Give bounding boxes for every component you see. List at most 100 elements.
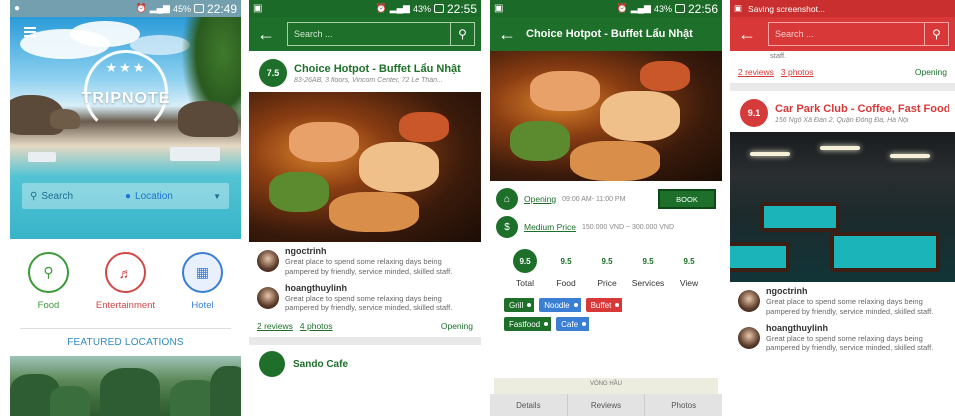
map-preview[interactable]: VÒNG HẦU (494, 378, 718, 394)
avatar (738, 326, 760, 349)
search-bar: ⚲ Search ● Location ▼ (22, 183, 229, 209)
store-icon: ⌂ (496, 188, 518, 210)
photos-link[interactable]: 3 photos (781, 67, 814, 77)
opening-link[interactable]: Opening (524, 194, 556, 204)
place-header[interactable]: 7.5 Choice Hotpot - Buffet Lẩu Nhật 83-2… (249, 51, 481, 92)
place-photo[interactable] (730, 132, 955, 282)
search-icon: ⚲ (30, 190, 38, 202)
battery-icon (193, 4, 204, 13)
place-name[interactable]: Choice Hotpot - Buffet Lẩu Nhật (294, 63, 461, 75)
chevron-down-icon[interactable]: ▼ (213, 192, 221, 201)
search-input[interactable]: ⚲ Search (30, 191, 125, 202)
fork-knife-icon: ⚲ (28, 252, 69, 293)
signal-icon: ▂▄▆ (389, 3, 410, 13)
review-item: hoangthuylinh Great place to spend some … (249, 279, 481, 316)
reviews-link[interactable]: 2 reviews (257, 321, 293, 331)
place-meta: 2 reviews 3 photos Opening (730, 61, 955, 83)
screenshot-icon: ▣ (494, 3, 504, 14)
app-bar: ← Choice Hotpot - Buffet Lẩu Nhật (490, 17, 722, 51)
featured-location-image[interactable] (10, 356, 241, 416)
divider (249, 337, 481, 345)
detail-tabs: Details Reviews Photos (490, 394, 722, 416)
tag-noodle[interactable]: Noodle (539, 298, 581, 312)
search-icon[interactable]: ⚲ (924, 23, 948, 45)
signal-icon: ▂▄▆ (630, 3, 651, 13)
app-bar: ← Search ... ⚲ (249, 17, 481, 51)
place-name[interactable]: Car Park Club - Coffee, Fast Food & (775, 103, 949, 115)
place-detail-screen: ▣ ⏰ ▂▄▆ 43% 22:56 ← Choice Hotpot - Buff… (490, 0, 722, 416)
place-name[interactable]: Sando Cafe (293, 359, 348, 370)
review-text: Great place to spend some relaxing days … (766, 297, 934, 316)
review-text: Great place to spend some relaxing days … (766, 333, 934, 353)
search-icon[interactable]: ⚲ (450, 23, 474, 45)
status-time: 22:49 (206, 1, 237, 16)
status-bar: ▣ ⏰ ▂▄▆ 43% 22:55 (249, 0, 481, 17)
category-hotel[interactable]: ▦ Hotel (167, 252, 239, 311)
category-entertainment[interactable]: ♬ Entertainment (90, 252, 162, 311)
place-photo[interactable] (249, 92, 481, 242)
guitar-icon: ♬ (105, 252, 146, 293)
notification-icon: ● (14, 3, 21, 14)
featured-title: FEATURED LOCATIONS (67, 337, 184, 348)
menu-icon[interactable] (24, 27, 36, 39)
tag-fastfood[interactable]: Fastfood (504, 317, 552, 331)
open-status: Opening (914, 67, 947, 77)
search-input[interactable]: Search ... ⚲ (287, 22, 475, 46)
divider (20, 328, 231, 329)
back-arrow-icon[interactable]: ← (736, 25, 758, 43)
review-text: Great place to spend some relaxing days … (285, 257, 453, 276)
place-photo[interactable] (490, 51, 722, 181)
tripnote-logo: ★★★ TRIPNOTE (78, 46, 174, 142)
score-breakdown: 9.5 Total 9.5 Food 9.5 Price 9.5 Service… (490, 241, 722, 288)
score-total: 9.5 Total (506, 249, 544, 288)
review-item: ngoctrinh Great place to spend some rela… (249, 242, 481, 279)
price-row: $ Medium Price 150.000 VND ~ 300.000 VND (490, 213, 722, 241)
status-bar: ▣ Saving screenshot... (730, 0, 955, 17)
opening-row: ⌂ Opening 09:00 AM- 11:00 PM BOOK (490, 185, 722, 213)
status-time: 22:56 (687, 1, 718, 16)
app-bar: ← Search ... ⚲ (730, 17, 955, 51)
search-input[interactable]: Search ... ⚲ (768, 22, 949, 46)
battery-percent: 43% (412, 3, 431, 14)
review-text: staff. (770, 51, 787, 60)
back-arrow-icon[interactable]: ← (496, 25, 518, 43)
reviews-link[interactable]: 2 reviews (738, 67, 774, 77)
page-title: Choice Hotpot - Buffet Lẩu Nhật (526, 28, 693, 40)
tab-details[interactable]: Details (490, 394, 568, 416)
review-item: ngoctrinh Great place to spend some rela… (730, 282, 955, 319)
category-food[interactable]: ⚲ Food (13, 252, 85, 311)
book-button[interactable]: BOOK (658, 189, 716, 209)
hotel-icon: ▦ (182, 252, 223, 293)
back-arrow-icon[interactable]: ← (255, 25, 277, 43)
reviewer-name[interactable]: hoangthuylinh (285, 283, 473, 293)
reviewer-name[interactable]: ngoctrinh (766, 286, 947, 296)
place-address: 156 Ngô Xã Đàn 2, Quận Đống Đa, Hà Nội (775, 116, 909, 124)
avatar (257, 286, 279, 309)
battery-icon (674, 4, 685, 13)
photos-link[interactable]: 4 photos (300, 321, 333, 331)
tag-buffet[interactable]: Buffet (585, 298, 623, 312)
opening-hours: 09:00 AM- 11:00 PM (562, 195, 626, 203)
location-pin-icon: ● (125, 190, 132, 202)
score-badge: 7.5 (259, 59, 287, 87)
battery-icon (433, 4, 444, 13)
reviewer-name[interactable]: hoangthuylinh (766, 323, 947, 333)
review-text: Great place to spend some relaxing days … (285, 293, 453, 313)
tab-reviews[interactable]: Reviews (568, 394, 646, 416)
alarm-icon: ⏰ (135, 3, 147, 13)
status-bar: ● ⏰ ▂▄▆ 45% 22:49 (10, 0, 241, 17)
price-range: 150.000 VND ~ 300.000 VND (581, 223, 675, 231)
battery-percent: 45% (172, 3, 191, 14)
status-bar: ▣ ⏰ ▂▄▆ 43% 22:56 (490, 0, 722, 17)
tag-cafe[interactable]: Cafe (556, 317, 590, 331)
money-icon: $ (496, 216, 518, 238)
category-list: ⚲ Food ♬ Entertainment ▦ Hotel (10, 252, 241, 311)
place-header[interactable]: 9.1 Car Park Club - Coffee, Fast Food & … (730, 91, 955, 132)
tab-photos[interactable]: Photos (645, 394, 722, 416)
location-select[interactable]: ● Location (125, 191, 213, 202)
next-place-card[interactable]: Sando Cafe (249, 345, 481, 383)
price-link[interactable]: Medium Price (524, 222, 576, 232)
review-item: hoangthuylinh Great place to spend some … (730, 319, 955, 356)
reviewer-name[interactable]: ngoctrinh (285, 246, 473, 256)
tag-grill[interactable]: Grill (504, 298, 535, 312)
